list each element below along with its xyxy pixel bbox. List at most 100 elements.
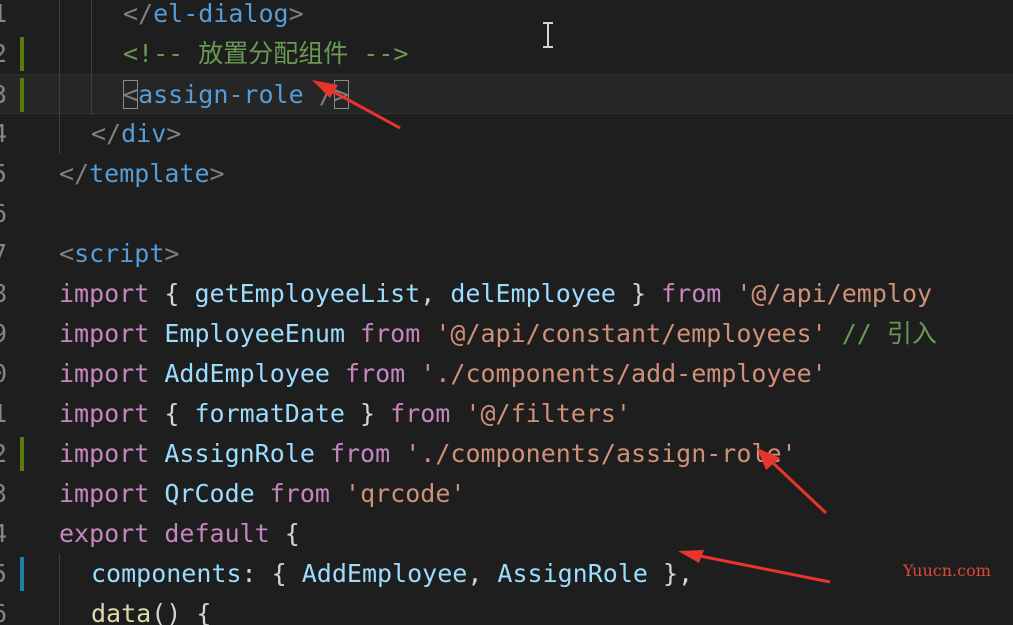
- code-line[interactable]: 0 import AddEmployee from './components/a…: [0, 354, 1013, 394]
- code-token: </: [123, 0, 154, 28]
- line-number: 9: [0, 314, 14, 354]
- code-token: }: [615, 279, 662, 308]
- code-text: import AddEmployee from './components/ad…: [59, 354, 827, 394]
- code-token: </: [91, 119, 122, 148]
- code-token: el-dialog: [153, 0, 289, 28]
- code-token: data: [91, 599, 152, 625]
- code-token: // 引入: [826, 319, 937, 348]
- code-token: >: [209, 159, 225, 188]
- line-number: 3: [0, 474, 14, 514]
- code-token: EmployeeEnum: [164, 319, 345, 348]
- indent-guide: [59, 75, 91, 115]
- code-editor[interactable]: 1</el-dialog>2<!-- 放置分配组件 -->3<assign-ro…: [0, 0, 1013, 625]
- code-text: </template>: [59, 154, 225, 194]
- code-token: './components/assign-role': [405, 439, 797, 468]
- gutter-added-marker[interactable]: [20, 37, 24, 71]
- line-number: 2: [0, 434, 14, 474]
- code-text: </div>: [59, 114, 181, 154]
- indent-guide: [59, 554, 91, 594]
- code-token: : {: [241, 559, 302, 588]
- code-line[interactable]: 4 export default {: [0, 514, 1013, 554]
- code-line[interactable]: 9 import EmployeeEnum from '@/api/constan…: [0, 314, 1013, 354]
- code-line[interactable]: 3 <assign-role />: [0, 74, 1013, 114]
- code-token: </: [59, 159, 90, 188]
- code-token: script: [74, 239, 165, 268]
- code-token: >: [166, 119, 182, 148]
- line-number: 6: [0, 594, 14, 625]
- code-token: from: [360, 319, 421, 348]
- line-number: 7: [0, 234, 14, 274]
- code-text: <assign-role />: [59, 75, 349, 115]
- indent-guide: [91, 0, 123, 34]
- indent-guide: [59, 114, 91, 154]
- code-token: <: [59, 239, 75, 268]
- code-text: import { formatDate } from '@/filters': [59, 394, 631, 434]
- code-line[interactable]: 6 data() {: [0, 594, 1013, 625]
- code-token: QrCode: [164, 479, 255, 508]
- gutter-added-marker[interactable]: [20, 78, 24, 112]
- code-token: from: [329, 439, 391, 468]
- code-token: import: [59, 319, 150, 348]
- code-text: </el-dialog>: [59, 0, 304, 34]
- code-token: >: [288, 0, 304, 28]
- code-token: ,: [467, 559, 498, 588]
- indent-guide: [91, 75, 123, 115]
- line-number: 4: [0, 114, 14, 154]
- code-line[interactable]: 2 import AssignRole from './components/as…: [0, 434, 1013, 474]
- code-token: import: [59, 479, 150, 508]
- code-line[interactable]: 1 </el-dialog>: [0, 0, 1013, 34]
- code-token: >: [164, 239, 180, 268]
- code-token: assign-role: [138, 80, 304, 109]
- gutter-added-marker[interactable]: [20, 437, 24, 471]
- code-token: div: [121, 119, 167, 148]
- code-token: >: [333, 80, 349, 109]
- code-token: import: [59, 439, 150, 468]
- code-line[interactable]: 8 import { getEmployeeList, delEmployee }…: [0, 274, 1013, 314]
- indent-guide: [59, 0, 91, 34]
- code-line[interactable]: 1 import { formatDate } from '@/filters': [0, 394, 1013, 434]
- code-token: '@/api/constant/employees': [435, 319, 827, 348]
- code-line[interactable]: 4 </div>: [0, 114, 1013, 154]
- code-token: '@/api/employ: [736, 279, 933, 308]
- gutter-modified-marker[interactable]: [20, 557, 24, 591]
- watermark: Yuucn.com: [903, 561, 991, 580]
- line-number: 1: [0, 0, 14, 34]
- indent-guide: [91, 34, 123, 74]
- code-token: getEmployeeList: [194, 279, 421, 308]
- code-line[interactable]: 3 import QrCode from 'qrcode': [0, 474, 1013, 514]
- code-token: default: [164, 519, 270, 548]
- code-text: import EmployeeEnum from '@/api/constant…: [59, 314, 937, 354]
- code-line[interactable]: 7 <script>: [0, 234, 1013, 274]
- code-token: from: [390, 399, 451, 428]
- code-token: AssignRole: [164, 439, 315, 468]
- code-token: '@/filters': [465, 399, 631, 428]
- line-number: 8: [0, 274, 14, 314]
- code-line[interactable]: 5 </template>: [0, 154, 1013, 194]
- code-line[interactable]: 2 <!-- 放置分配组件 -->: [0, 34, 1013, 74]
- code-token: },: [647, 559, 694, 588]
- line-number: 0: [0, 354, 14, 394]
- line-number: 6: [0, 194, 14, 234]
- code-token: () {: [151, 599, 212, 625]
- code-token: delEmployee: [450, 279, 616, 308]
- code-token: <!-- 放置分配组件 -->: [123, 39, 409, 68]
- code-line[interactable]: 6: [0, 194, 1013, 234]
- line-number: 1: [0, 394, 14, 434]
- code-text: data() {: [59, 594, 211, 625]
- line-number: 4: [0, 514, 14, 554]
- code-token: {: [149, 399, 195, 428]
- code-line[interactable]: 5 components: { AddEmployee, AssignRole }…: [0, 554, 1013, 594]
- code-token: import: [59, 399, 150, 428]
- code-token: {: [149, 279, 195, 308]
- code-text: export default {: [59, 514, 300, 554]
- code-token: AddEmployee: [301, 559, 468, 588]
- indent-guide: [59, 34, 91, 74]
